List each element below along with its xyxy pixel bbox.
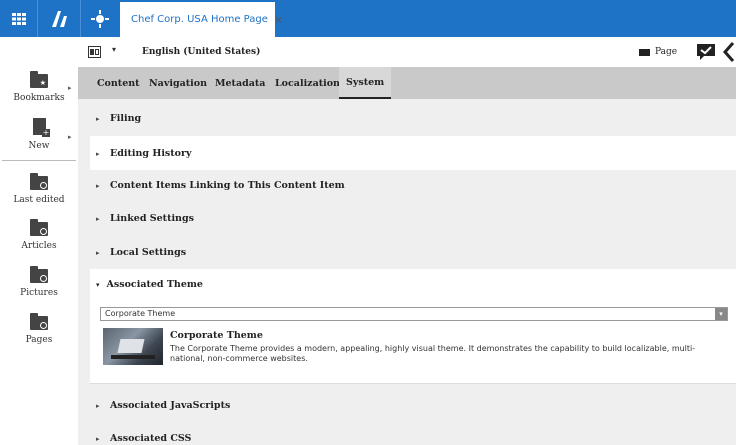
articles-folder-icon [28,218,50,238]
pictures-folder-icon [28,265,50,285]
sidebar-item-new[interactable]: + New [0,118,78,151]
section-filing[interactable]: ▸ Filing [90,101,736,135]
logo-button[interactable] [44,0,76,37]
studio-window: Chef Corp. USA Home Page × ★ Bookmarks ▸… [0,0,736,445]
chevron-down-icon[interactable]: ▾ [715,308,727,320]
theme-select[interactable]: Corporate Theme ▾ [100,307,728,321]
theme-description: The Corporate Theme provides a modern, a… [170,344,696,363]
grid-icon [11,12,26,25]
tab-metadata[interactable]: Metadata [215,67,265,99]
theme-thumbnail [103,328,163,365]
document-tab[interactable]: Chef Corp. USA Home Page × [120,2,283,37]
top-bar: Chef Corp. USA Home Page × [0,0,736,37]
sidebar-divider [2,160,76,161]
expand-arrow-icon: ▸ [96,247,100,257]
expand-arrow-icon: ▸ [96,180,100,190]
apps-grid-button[interactable] [0,0,37,37]
chevron-left-icon [722,42,735,62]
language-label: English (United States) [142,47,261,57]
section-linked-settings[interactable]: ▸ Linked Settings [90,201,736,235]
page-button[interactable]: Page [639,43,677,61]
bookmarks-folder-icon: ★ [28,70,50,90]
language-icon[interactable] [88,46,101,58]
expand-arrow-icon: ▸ [96,213,100,223]
page-button-label: Page [655,47,678,57]
sidebar-item-last-edited[interactable]: Last edited [0,172,78,205]
last-edited-folder-icon [28,172,50,192]
sidebar-item-label: New [28,141,50,151]
sidebar-item-label: Last edited [13,195,65,205]
section-associated-theme[interactable]: ▾ Associated Theme [96,279,203,290]
sidebar-item-label: Articles [21,241,57,251]
theme-title: Corporate Theme [170,330,263,341]
tab-navigation[interactable]: Navigation [149,67,207,99]
expand-arrow-icon: ▸ [96,113,100,123]
section-editing-history[interactable]: ▸ Editing History [90,136,736,170]
theme-select-value: Corporate Theme [105,309,176,318]
section-title: Associated Theme [106,279,203,290]
tab-content[interactable]: Content [97,67,140,99]
tab-system[interactable]: System [339,67,392,99]
document-toolbar: ▾ English (United States) Page [78,37,736,67]
sidebar-item-articles[interactable]: Articles [0,218,78,251]
sidebar-item-label: Bookmarks [13,93,65,103]
topbar-divider [37,0,38,37]
checkmark-flag-icon [697,44,715,60]
form-tabs: Content Navigation Metadata Localization… [78,67,736,99]
site-navigation-button[interactable] [82,0,118,37]
expand-arrow-icon: ▸ [96,400,100,410]
section-title: Associated JavaScripts [110,399,231,411]
sidebar-item-bookmarks[interactable]: ★ Bookmarks [0,70,78,103]
tab-localization[interactable]: Localization [275,67,340,99]
topbar-divider [80,0,81,37]
sitemap-icon [91,9,109,28]
expand-arrow-icon[interactable]: ▸ [68,133,72,141]
left-sidebar: ★ Bookmarks ▸ + New ▸ Last edited Articl… [0,37,78,445]
section-title: Editing History [110,147,192,159]
section-associated-css[interactable]: ▸ Associated CSS [90,421,736,445]
section-title: Content Items Linking to This Content It… [110,179,345,191]
logo-icon [52,11,67,27]
close-tab-icon[interactable]: × [274,13,283,26]
section-associated-js[interactable]: ▸ Associated JavaScripts [90,388,736,422]
sidebar-item-pages[interactable]: Pages [0,312,78,345]
form-content: ▸ Filing ▸ Editing History ▸ Content Ite… [78,99,736,445]
expand-arrow-icon: ▸ [96,148,100,158]
sidebar-item-label: Pages [25,335,53,345]
section-title: Linked Settings [110,212,194,224]
section-title: Filing [110,112,142,124]
section-linking-items[interactable]: ▸ Content Items Linking to This Content … [90,168,736,202]
expand-arrow-icon: ▸ [96,433,100,443]
page-icon [639,48,650,56]
pages-folder-icon [28,312,50,332]
section-local-settings[interactable]: ▸ Local Settings [90,235,736,269]
chevron-down-icon[interactable]: ▾ [112,45,116,54]
expand-arrow-icon[interactable]: ▸ [68,84,72,92]
new-document-icon: + [28,118,50,138]
document-tab-label: Chef Corp. USA Home Page [131,14,268,25]
section-title: Associated CSS [110,432,192,444]
sidebar-item-pictures[interactable]: Pictures [0,265,78,298]
section-title: Local Settings [110,246,187,258]
collapse-button[interactable] [722,40,736,64]
sidebar-item-label: Pictures [20,288,58,298]
approve-button[interactable] [696,43,716,61]
collapse-arrow-icon: ▾ [96,280,100,289]
associated-theme-panel: ▾ Associated Theme Corporate Theme ▾ Cor… [90,269,736,384]
